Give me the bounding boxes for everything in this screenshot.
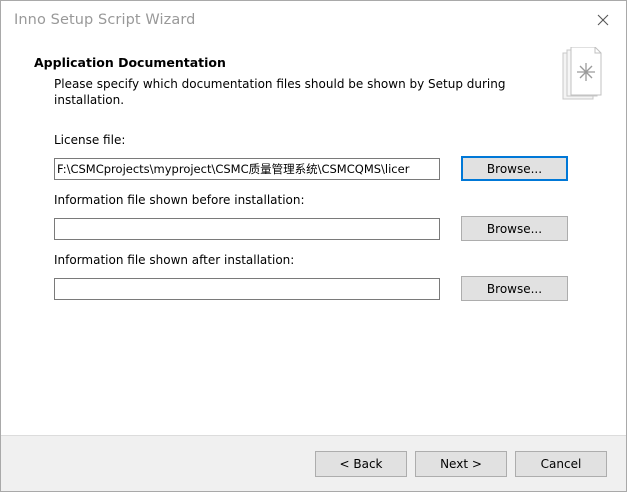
license-file-label: License file:: [54, 133, 126, 147]
wizard-footer: < Back Next > Cancel: [1, 435, 626, 491]
browse-info-after-button[interactable]: Browse...: [461, 276, 568, 301]
info-after-input[interactable]: [54, 278, 440, 300]
documents-wizard-icon: [562, 47, 602, 100]
page-description: Please specify which documentation files…: [54, 77, 506, 107]
info-after-label: Information file shown after installatio…: [54, 253, 295, 267]
back-button[interactable]: < Back: [315, 451, 407, 477]
window-title: Inno Setup Script Wizard: [14, 12, 196, 28]
close-icon: [597, 14, 609, 26]
browse-license-button[interactable]: Browse...: [461, 156, 568, 181]
title-bar[interactable]: Inno Setup Script Wizard: [1, 1, 626, 39]
wizard-header: Application Documentation Please specify…: [1, 39, 626, 119]
info-before-label: Information file shown before installati…: [54, 193, 305, 207]
wizard-window: Inno Setup Script Wizard Application Doc…: [0, 0, 627, 492]
cancel-button[interactable]: Cancel: [515, 451, 607, 477]
close-button[interactable]: [580, 1, 626, 39]
license-file-input[interactable]: F:\CSMCprojects\myproject\CSMC质量管理系统\CSM…: [54, 158, 440, 180]
page-title: Application Documentation: [34, 55, 226, 70]
wizard-content: License file: F:\CSMCprojects\myproject\…: [1, 119, 626, 435]
info-before-input[interactable]: [54, 218, 440, 240]
next-button[interactable]: Next >: [415, 451, 507, 477]
browse-info-before-button[interactable]: Browse...: [461, 216, 568, 241]
